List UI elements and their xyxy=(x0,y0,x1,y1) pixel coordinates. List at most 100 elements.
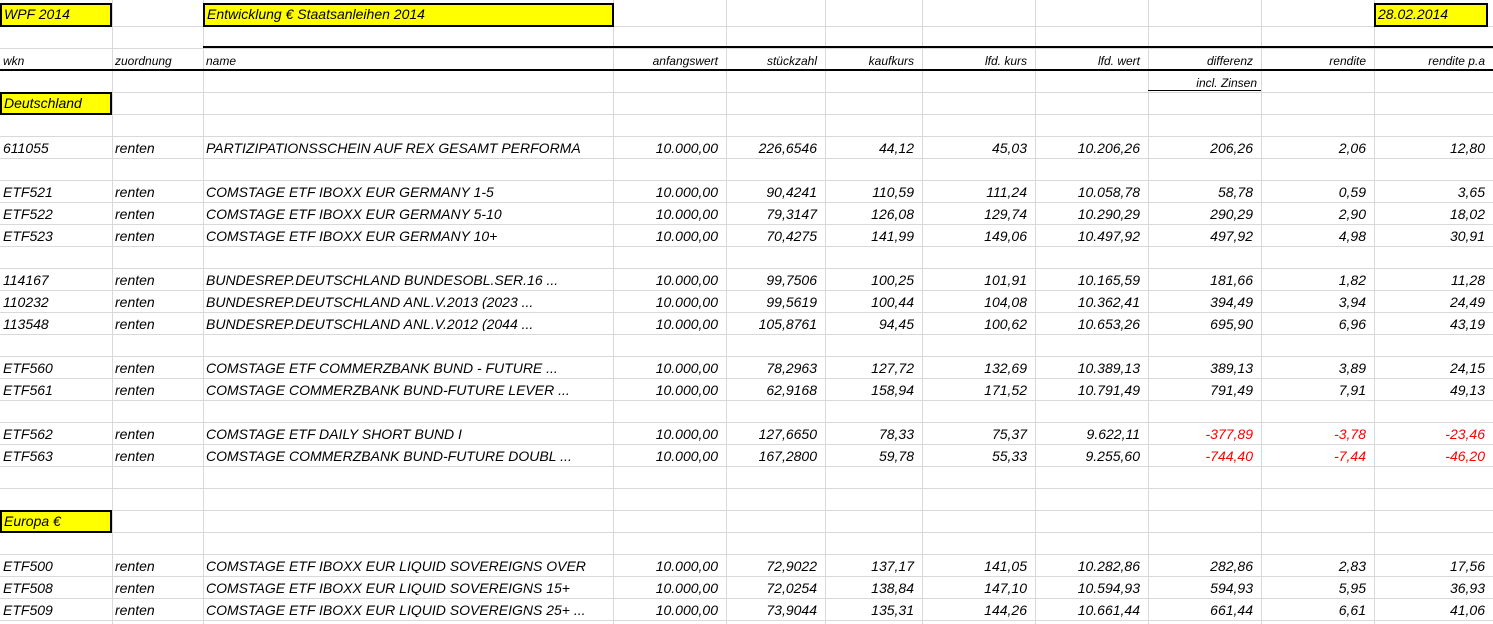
cell-differenz[interactable]: 206,26 xyxy=(1148,141,1253,155)
cell-anfangswert[interactable]: 10.000,00 xyxy=(613,273,718,287)
cell-lfd-kurs[interactable]: 171,52 xyxy=(922,383,1027,397)
cell-rendite-pa[interactable]: -46,20 xyxy=(1374,449,1485,463)
cell-rendite[interactable]: -7,44 xyxy=(1261,449,1366,463)
cell-lfd-wert[interactable]: 10.058,78 xyxy=(1035,185,1140,199)
cell-zuordnung[interactable]: renten xyxy=(115,317,203,331)
cell-lfd-kurs[interactable]: 75,37 xyxy=(922,427,1027,441)
cell-wkn[interactable]: 110232 xyxy=(3,295,112,309)
cell-differenz[interactable]: 290,29 xyxy=(1148,207,1253,221)
cell-wkn[interactable]: 611055 xyxy=(3,141,112,155)
cell-zuordnung[interactable]: renten xyxy=(115,559,203,573)
cell-lfd-kurs[interactable]: 149,06 xyxy=(922,229,1027,243)
cell-zuordnung[interactable]: renten xyxy=(115,229,203,243)
cell-stueckzahl[interactable]: 167,2800 xyxy=(726,449,817,463)
cell-zuordnung[interactable]: renten xyxy=(115,449,203,463)
cell-rendite-pa[interactable]: 43,19 xyxy=(1374,317,1485,331)
cell-name[interactable]: BUNDESREP.DEUTSCHLAND BUNDESOBL.SER.16 .… xyxy=(206,273,613,287)
cell-differenz[interactable]: 791,49 xyxy=(1148,383,1253,397)
cell-stueckzahl[interactable]: 226,6546 xyxy=(726,141,817,155)
cell-kaufkurs[interactable]: 110,59 xyxy=(825,185,914,199)
cell-differenz[interactable]: 282,86 xyxy=(1148,559,1253,573)
cell-kaufkurs[interactable]: 44,12 xyxy=(825,141,914,155)
cell-lfd-wert[interactable]: 10.362,41 xyxy=(1035,295,1140,309)
cell-stueckzahl[interactable]: 90,4241 xyxy=(726,185,817,199)
cell-differenz[interactable]: 695,90 xyxy=(1148,317,1253,331)
cell-anfangswert[interactable]: 10.000,00 xyxy=(613,427,718,441)
cell-lfd-kurs[interactable]: 111,24 xyxy=(922,185,1027,199)
cell-name[interactable]: COMSTAGE ETF IBOXX EUR LIQUID SOVEREIGNS… xyxy=(206,581,613,595)
cell-rendite-pa[interactable]: 18,02 xyxy=(1374,207,1485,221)
spreadsheet-grid[interactable]: WPF 2014 Entwicklung € Staatsanleihen 201… xyxy=(0,0,1493,624)
cell-stueckzahl[interactable]: 105,8761 xyxy=(726,317,817,331)
cell-rendite-pa[interactable]: 3,65 xyxy=(1374,185,1485,199)
cell-rendite-pa[interactable]: 17,56 xyxy=(1374,559,1485,573)
cell-rendite[interactable]: 6,96 xyxy=(1261,317,1366,331)
cell-rendite-pa[interactable]: 11,28 xyxy=(1374,273,1485,287)
cell-kaufkurs[interactable]: 135,31 xyxy=(825,603,914,617)
column-header-zuordnung[interactable]: zuordnung xyxy=(115,55,172,67)
cell-zuordnung[interactable]: renten xyxy=(115,141,203,155)
cell-lfd-kurs[interactable]: 55,33 xyxy=(922,449,1027,463)
cell-differenz[interactable]: -377,89 xyxy=(1148,427,1253,441)
cell-rendite[interactable]: 4,98 xyxy=(1261,229,1366,243)
cell-rendite[interactable]: 3,89 xyxy=(1261,361,1366,375)
cell-lfd-wert[interactable]: 10.497,92 xyxy=(1035,229,1140,243)
subtitle-box[interactable]: Entwicklung € Staatsanleihen 2014 xyxy=(203,3,614,27)
cell-rendite-pa[interactable]: -23,46 xyxy=(1374,427,1485,441)
cell-name[interactable]: COMSTAGE ETF IBOXX EUR LIQUID SOVEREIGNS… xyxy=(206,603,613,617)
cell-stueckzahl[interactable]: 70,4275 xyxy=(726,229,817,243)
cell-anfangswert[interactable]: 10.000,00 xyxy=(613,449,718,463)
column-header-rendite[interactable]: rendite xyxy=(1261,55,1366,67)
cell-kaufkurs[interactable]: 78,33 xyxy=(825,427,914,441)
cell-zuordnung[interactable]: renten xyxy=(115,207,203,221)
cell-anfangswert[interactable]: 10.000,00 xyxy=(613,207,718,221)
cell-differenz[interactable]: 661,44 xyxy=(1148,603,1253,617)
cell-wkn[interactable]: ETF509 xyxy=(3,603,112,617)
cell-lfd-kurs[interactable]: 101,91 xyxy=(922,273,1027,287)
column-header-rendite-pa[interactable]: rendite p.a xyxy=(1374,55,1485,67)
cell-zuordnung[interactable]: renten xyxy=(115,383,203,397)
cell-zuordnung[interactable]: renten xyxy=(115,603,203,617)
cell-lfd-kurs[interactable]: 144,26 xyxy=(922,603,1027,617)
cell-lfd-wert[interactable]: 10.206,26 xyxy=(1035,141,1140,155)
cell-anfangswert[interactable]: 10.000,00 xyxy=(613,581,718,595)
cell-kaufkurs[interactable]: 127,72 xyxy=(825,361,914,375)
cell-lfd-kurs[interactable]: 132,69 xyxy=(922,361,1027,375)
cell-name[interactable]: COMSTAGE ETF DAILY SHORT BUND I xyxy=(206,427,613,441)
cell-lfd-wert[interactable]: 10.594,93 xyxy=(1035,581,1140,595)
cell-wkn[interactable]: ETF521 xyxy=(3,185,112,199)
cell-rendite-pa[interactable]: 41,06 xyxy=(1374,603,1485,617)
cell-rendite-pa[interactable]: 12,80 xyxy=(1374,141,1485,155)
column-header-name[interactable]: name xyxy=(206,55,236,67)
column-header-lfd-kurs[interactable]: lfd. kurs xyxy=(922,55,1027,67)
cell-zuordnung[interactable]: renten xyxy=(115,295,203,309)
cell-lfd-wert[interactable]: 10.653,26 xyxy=(1035,317,1140,331)
cell-wkn[interactable]: 114167 xyxy=(3,273,112,287)
cell-kaufkurs[interactable]: 138,84 xyxy=(825,581,914,595)
cell-rendite[interactable]: 1,82 xyxy=(1261,273,1366,287)
cell-stueckzahl[interactable]: 78,2963 xyxy=(726,361,817,375)
cell-rendite[interactable]: 3,94 xyxy=(1261,295,1366,309)
cell-differenz[interactable]: 389,13 xyxy=(1148,361,1253,375)
cell-kaufkurs[interactable]: 59,78 xyxy=(825,449,914,463)
cell-anfangswert[interactable]: 10.000,00 xyxy=(613,559,718,573)
cell-lfd-kurs[interactable]: 45,03 xyxy=(922,141,1027,155)
cell-zuordnung[interactable]: renten xyxy=(115,361,203,375)
cell-rendite-pa[interactable]: 49,13 xyxy=(1374,383,1485,397)
cell-name[interactable]: COMSTAGE ETF IBOXX EUR GERMANY 5-10 xyxy=(206,207,613,221)
cell-anfangswert[interactable]: 10.000,00 xyxy=(613,317,718,331)
cell-name[interactable]: COMSTAGE ETF COMMERZBANK BUND - FUTURE .… xyxy=(206,361,613,375)
cell-kaufkurs[interactable]: 137,17 xyxy=(825,559,914,573)
cell-kaufkurs[interactable]: 126,08 xyxy=(825,207,914,221)
cell-anfangswert[interactable]: 10.000,00 xyxy=(613,295,718,309)
cell-stueckzahl[interactable]: 72,0254 xyxy=(726,581,817,595)
cell-lfd-kurs[interactable]: 129,74 xyxy=(922,207,1027,221)
cell-lfd-wert[interactable]: 10.791,49 xyxy=(1035,383,1140,397)
cell-rendite-pa[interactable]: 36,93 xyxy=(1374,581,1485,595)
cell-lfd-wert[interactable]: 10.282,86 xyxy=(1035,559,1140,573)
cell-wkn[interactable]: ETF508 xyxy=(3,581,112,595)
cell-kaufkurs[interactable]: 141,99 xyxy=(825,229,914,243)
title-box[interactable]: WPF 2014 xyxy=(0,3,112,27)
cell-kaufkurs[interactable]: 100,44 xyxy=(825,295,914,309)
cell-lfd-wert[interactable]: 10.290,29 xyxy=(1035,207,1140,221)
